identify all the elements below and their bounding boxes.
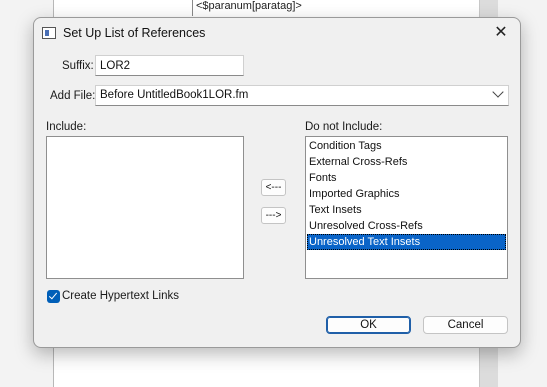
suffix-label: Suffix: [62,60,94,72]
include-label: Include: [46,121,87,133]
do-not-include-listbox[interactable]: Condition Tags External Cross-Refs Fonts… [305,136,508,279]
ok-button[interactable]: OK [326,316,411,334]
cancel-button[interactable]: Cancel [423,316,508,334]
list-item[interactable]: Fonts [307,170,506,186]
close-icon[interactable]: ✕ [490,23,512,43]
list-item[interactable]: Unresolved Cross-Refs [307,218,506,234]
background-paragraph-tag: <$paranum[paratag]> [196,0,302,12]
create-hypertext-links-checkbox[interactable] [47,290,60,303]
create-hypertext-links-label[interactable]: Create Hypertext Links [62,290,179,302]
dialog-titlebar[interactable]: Set Up List of References ✕ [34,18,520,48]
add-file-selected-value: Before UntitledBook1LOR.fm [100,89,249,101]
list-item[interactable]: Text Insets [307,202,506,218]
list-item[interactable]: External Cross-Refs [307,154,506,170]
suffix-input[interactable] [95,55,244,76]
add-file-label: Add File: [50,90,96,102]
chevron-down-icon [492,86,504,98]
list-item[interactable]: Condition Tags [307,138,506,154]
move-to-include-button[interactable]: <--- [261,179,286,196]
add-file-dropdown[interactable]: Before UntitledBook1LOR.fm [95,85,509,106]
include-listbox[interactable] [46,136,244,279]
dialog-title: Set Up List of References [63,26,206,40]
move-to-exclude-button[interactable]: ---> [261,207,286,224]
list-item[interactable]: Imported Graphics [307,186,506,202]
background-cursor-line [192,0,193,16]
set-up-list-dialog: Set Up List of References ✕ Suffix: Add … [33,17,521,348]
list-item[interactable]: Unresolved Text Insets [307,234,506,250]
do-not-include-label: Do not Include: [305,121,383,133]
app-window-icon [42,27,56,39]
